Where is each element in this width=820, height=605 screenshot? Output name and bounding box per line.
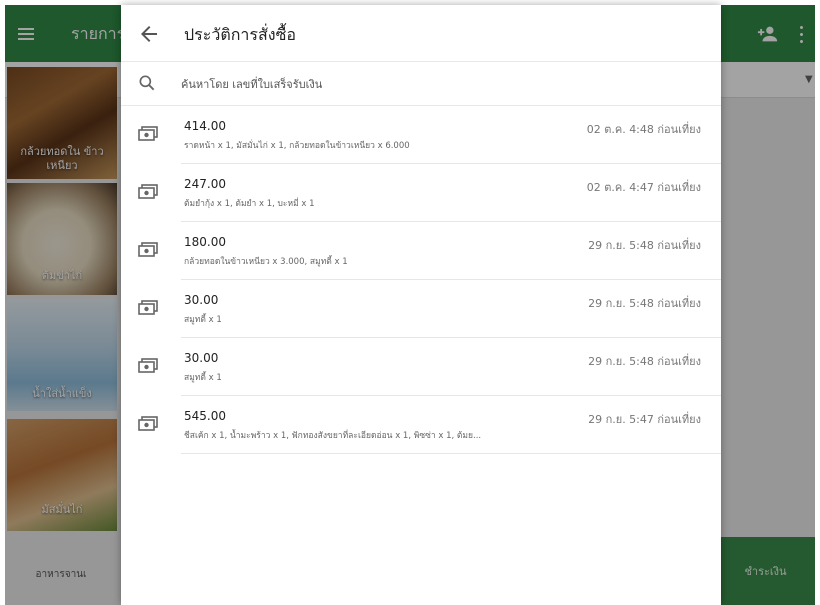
panel-header: ประวัติการสั่งซื้อ	[121, 5, 721, 62]
order-time: 29 ก.ย. 5:48 ก่อนเที่ยง	[588, 239, 701, 252]
order-amount: 414.00	[184, 119, 226, 133]
order-row[interactable]: 30.00 สมูทตี้ x 1 29 ก.ย. 5:48 ก่อนเที่ย…	[121, 280, 721, 338]
money-icon	[138, 184, 158, 199]
arrow-back-icon[interactable]	[137, 22, 161, 46]
order-amount: 30.00	[184, 351, 219, 365]
order-time: 29 ก.ย. 5:48 ก่อนเที่ยง	[588, 297, 701, 310]
order-time: 29 ก.ย. 5:47 ก่อนเที่ยง	[588, 413, 701, 426]
order-amount: 247.00	[184, 177, 226, 191]
order-row[interactable]: 30.00 สมูทตี้ x 1 29 ก.ย. 5:48 ก่อนเที่ย…	[121, 338, 721, 396]
order-time: 02 ต.ค. 4:47 ก่อนเที่ยง	[586, 181, 701, 194]
order-row[interactable]: 414.00 ราดหน้า x 1, มัสมั่นไก่ x 1, กล้ว…	[121, 106, 721, 164]
money-icon	[138, 416, 158, 431]
order-history-panel: ประวัติการสั่งซื้อ 414.00 ราดหน้า x 1, ม…	[121, 5, 721, 605]
order-amount: 30.00	[184, 293, 219, 307]
order-items: สมูทตี้ x 1	[184, 315, 222, 325]
money-icon	[138, 126, 158, 141]
order-row[interactable]: 247.00 ต้มยำกุ้ง x 1, ต้มยำ x 1, บะหมี่ …	[121, 164, 721, 222]
order-row[interactable]: 545.00 ชีสเค้ก x 1, น้ำมะพร้าว x 1, ฟักท…	[121, 396, 721, 454]
search-icon	[139, 75, 155, 91]
order-items: ชีสเค้ก x 1, น้ำมะพร้าว x 1, ฟักทองสังขย…	[184, 431, 482, 441]
order-items: สมูทตี้ x 1	[184, 373, 222, 383]
page-title: ประวัติการสั่งซื้อ	[184, 25, 297, 44]
order-items: ต้มยำกุ้ง x 1, ต้มยำ x 1, บะหมี่ x 1	[184, 199, 315, 209]
search-bar	[121, 62, 721, 106]
order-time: 29 ก.ย. 5:48 ก่อนเที่ยง	[588, 355, 701, 368]
order-amount: 545.00	[184, 409, 226, 423]
divider	[181, 453, 721, 454]
money-icon	[138, 300, 158, 315]
search-input[interactable]	[181, 72, 701, 96]
order-amount: 180.00	[184, 235, 226, 249]
money-icon	[138, 242, 158, 257]
order-items: ราดหน้า x 1, มัสมั่นไก่ x 1, กล้วยทอดในข…	[184, 141, 410, 151]
order-time: 02 ต.ค. 4:48 ก่อนเที่ยง	[586, 123, 701, 136]
order-items: กล้วยทอดในข้าวเหนียว x 3.000, สมูทตี้ x …	[184, 257, 348, 267]
money-icon	[138, 358, 158, 373]
order-row[interactable]: 180.00 กล้วยทอดในข้าวเหนียว x 3.000, สมู…	[121, 222, 721, 280]
